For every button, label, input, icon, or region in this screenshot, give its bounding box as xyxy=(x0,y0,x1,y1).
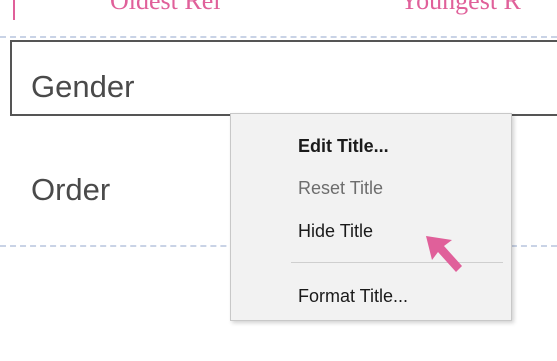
pointer-arrow-icon xyxy=(426,236,462,272)
menu-separator xyxy=(291,262,503,263)
column-header-oldest: Oldest Rel xyxy=(110,0,221,15)
column-divider xyxy=(13,0,15,20)
column-header-youngest: Youngest R xyxy=(400,0,521,15)
order-title[interactable]: Order xyxy=(31,172,110,208)
context-menu: Edit Title... Reset Title Hide Title For… xyxy=(230,113,512,321)
menu-item-hide-title[interactable]: Hide Title xyxy=(298,221,373,242)
gender-title[interactable]: Gender xyxy=(31,69,134,105)
menu-item-format-title[interactable]: Format Title... xyxy=(298,286,408,307)
dashed-separator-top xyxy=(0,36,557,38)
canvas: Oldest Rel Youngest R Gender Order Edit … xyxy=(0,0,557,361)
top-header-row: Oldest Rel Youngest R xyxy=(0,0,557,34)
menu-item-edit-title[interactable]: Edit Title... xyxy=(298,136,389,157)
menu-item-reset-title: Reset Title xyxy=(298,178,384,198)
